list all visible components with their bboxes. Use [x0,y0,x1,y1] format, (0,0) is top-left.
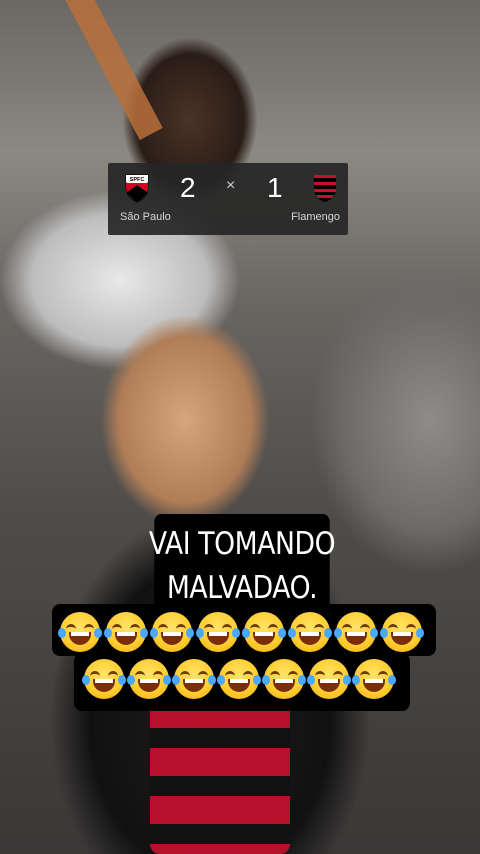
score-separator: × [226,177,236,194]
away-team-name: Flamengo [291,211,340,223]
sao-paulo-crest-icon: SPFC [122,173,152,203]
emoji-row-1 [58,612,424,652]
svg-text:SPFC: SPFC [130,177,145,183]
tears-of-joy-emoji-icon [334,612,378,652]
home-score: 2 [180,172,196,203]
tears-of-joy-emoji-icon [307,659,351,699]
tears-of-joy-emoji-icon [58,612,102,652]
away-score: 1 [267,172,283,203]
tears-of-joy-emoji-icon [82,659,126,699]
tears-of-joy-emoji-icon [196,612,240,652]
tears-of-joy-emoji-icon [104,612,148,652]
home-team-name: São Paulo [120,211,171,223]
tears-of-joy-emoji-icon [352,659,396,699]
tears-of-joy-emoji-icon [262,659,306,699]
scoreboard-overlay: SPFC 2 × 1 São Paulo Flamengo [108,163,348,235]
caption-text-box: VAI TOMANDO MALVADAO. [149,514,336,618]
tears-of-joy-emoji-icon [172,659,216,699]
flamengo-crest-icon [310,173,340,203]
jersey-stripes [150,700,290,854]
tears-of-joy-emoji-icon [150,612,194,652]
tears-of-joy-emoji-icon [127,659,171,699]
emoji-row-2 [82,659,396,699]
tears-of-joy-emoji-icon [380,612,424,652]
tears-of-joy-emoji-icon [217,659,261,699]
tears-of-joy-emoji-icon [242,612,286,652]
tears-of-joy-emoji-icon [288,612,332,652]
caption-line-1: VAI TOMANDO [148,526,336,562]
